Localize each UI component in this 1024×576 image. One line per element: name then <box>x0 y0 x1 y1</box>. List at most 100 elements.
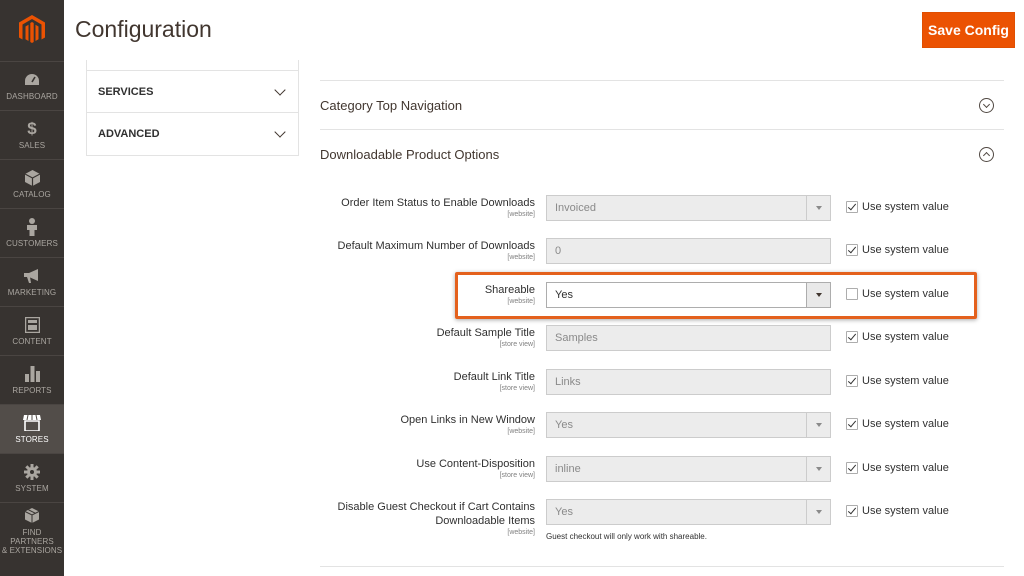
dropdown-arrow-icon <box>806 413 830 437</box>
nav-catalog[interactable]: CATALOG <box>0 159 64 208</box>
tab-services-label: SERVICES <box>98 85 154 98</box>
select-value: Yes <box>555 506 573 518</box>
checkbox-checked[interactable] <box>846 201 858 213</box>
page-title: Configuration <box>75 16 212 42</box>
cube-icon <box>24 169 40 187</box>
field-label: Use Content-Disposition [store view] <box>416 457 535 480</box>
field-label: Disable Guest Checkout if Cart Contains … <box>338 500 535 537</box>
use-system-value-toggle[interactable]: Use system value <box>846 505 949 517</box>
use-system-value-label: Use system value <box>862 505 949 517</box>
field-note: Guest checkout will only work with share… <box>546 532 707 541</box>
scope-label: [website] <box>507 529 535 536</box>
nav-reports[interactable]: REPORTS <box>0 355 64 404</box>
use-system-value-toggle[interactable]: Use system value <box>846 288 949 300</box>
config-row-sample-title: Default Sample Title [store view] Sample… <box>320 325 1004 365</box>
scope-label: [website] <box>507 298 535 305</box>
config-row-open-links: Open Links in New Window [website] Yes U… <box>320 412 1004 452</box>
expand-icon[interactable] <box>979 97 994 113</box>
scope-label: [website] <box>507 428 535 435</box>
field-label-text: Shareable <box>484 284 535 296</box>
input-value: Links <box>555 376 581 388</box>
use-system-value-label: Use system value <box>862 331 949 343</box>
bar-chart-icon <box>24 365 40 383</box>
config-tabs: SERVICES ADVANCED <box>86 60 299 156</box>
dropdown-arrow-icon <box>806 283 830 307</box>
nav-stores-label: STORES <box>15 435 49 444</box>
input-value: 0 <box>555 245 562 257</box>
use-system-value-label: Use system value <box>862 418 949 430</box>
nav-dashboard[interactable]: DASHBOARD <box>0 61 64 110</box>
nav-sales[interactable]: $ SALES <box>0 110 64 159</box>
field-label: Order Item Status to Enable Downloads [w… <box>341 196 535 219</box>
field-label: Default Maximum Number of Downloads [web… <box>338 239 535 262</box>
checkbox-unchecked[interactable] <box>846 288 858 300</box>
order-item-status-select[interactable]: Invoiced <box>546 195 831 221</box>
admin-sidebar: DASHBOARD $ SALES CATALOG CUSTOMERS MARK… <box>0 0 64 576</box>
checkbox-checked[interactable] <box>846 462 858 474</box>
nav-customers[interactable]: CUSTOMERS <box>0 208 64 257</box>
checkbox-checked[interactable] <box>846 331 858 343</box>
field-label-text: Disable Guest Checkout if Cart Contains <box>337 501 535 513</box>
checkbox-checked[interactable] <box>846 375 858 387</box>
use-system-value-toggle[interactable]: Use system value <box>846 201 949 213</box>
megaphone-icon <box>23 267 41 285</box>
config-row-disable-guest-checkout: Disable Guest Checkout if Cart Contains … <box>320 499 1004 549</box>
open-links-select[interactable]: Yes <box>546 412 831 438</box>
disable-guest-checkout-select[interactable]: Yes <box>546 499 831 525</box>
tab-services[interactable]: SERVICES <box>87 71 298 113</box>
content-disposition-select[interactable]: inline <box>546 456 831 482</box>
checkbox-checked[interactable] <box>846 505 858 517</box>
checkbox-checked[interactable] <box>846 418 858 430</box>
nav-find-partners[interactable]: FIND PARTNERS & EXTENSIONS <box>0 502 64 558</box>
max-downloads-input[interactable]: 0 <box>546 238 831 264</box>
field-label: Default Sample Title [store view] <box>437 326 535 349</box>
field-label-text: Default Link Title <box>453 371 535 383</box>
section-category-top-navigation[interactable]: Category Top Navigation <box>320 81 1004 130</box>
dropdown-arrow-icon <box>806 196 830 220</box>
tab-list-top <box>87 60 298 71</box>
shareable-select[interactable]: Yes <box>546 282 831 308</box>
field-label: Shareable [website] <box>485 283 535 306</box>
nav-system[interactable]: SYSTEM <box>0 453 64 502</box>
use-system-value-label: Use system value <box>862 375 949 387</box>
nav-customers-label: CUSTOMERS <box>6 239 58 248</box>
config-row-max-downloads: Default Maximum Number of Downloads [web… <box>320 238 1004 278</box>
collapse-icon[interactable] <box>979 147 994 162</box>
field-label-text-2: Downloadable Items <box>435 515 535 527</box>
magento-logo-icon[interactable] <box>0 0 64 60</box>
nav-catalog-label: CATALOG <box>13 190 51 199</box>
use-system-value-toggle[interactable]: Use system value <box>846 462 949 474</box>
use-system-value-toggle[interactable]: Use system value <box>846 244 949 256</box>
select-value: Yes <box>555 419 573 431</box>
nav-marketing[interactable]: MARKETING <box>0 257 64 306</box>
use-system-value-toggle[interactable]: Use system value <box>846 375 949 387</box>
page-header: Configuration Save Config <box>64 0 1024 60</box>
field-label-text: Open Links in New Window <box>400 414 535 426</box>
field-label: Open Links in New Window [website] <box>400 413 535 436</box>
field-label-text: Default Maximum Number of Downloads <box>337 240 535 252</box>
tab-advanced[interactable]: ADVANCED <box>87 113 298 155</box>
use-system-value-label: Use system value <box>862 288 949 300</box>
nav-find-partners-label: FIND PARTNERS <box>10 527 54 546</box>
section-downloadable-product-options[interactable]: Downloadable Product Options <box>320 130 1004 179</box>
nav-content[interactable]: CONTENT <box>0 306 64 355</box>
config-row-link-title: Default Link Title [store view] Links Us… <box>320 369 1004 409</box>
select-value: Invoiced <box>555 202 596 214</box>
chevron-down-icon <box>274 83 286 96</box>
field-label-text: Order Item Status to Enable Downloads <box>341 197 535 209</box>
link-title-input[interactable]: Links <box>546 369 831 395</box>
save-config-button[interactable]: Save Config <box>922 12 1015 48</box>
divider <box>320 566 1004 567</box>
use-system-value-label: Use system value <box>862 244 949 256</box>
sample-title-input[interactable]: Samples <box>546 325 831 351</box>
nav-stores[interactable]: STORES <box>0 404 64 453</box>
select-value: Yes <box>555 289 573 301</box>
field-label-text: Use Content-Disposition <box>416 458 535 470</box>
use-system-value-toggle[interactable]: Use system value <box>846 331 949 343</box>
chevron-down-icon <box>274 126 286 138</box>
checkbox-checked[interactable] <box>846 244 858 256</box>
field-label: Default Link Title [store view] <box>454 370 535 393</box>
dashboard-icon <box>24 71 40 89</box>
use-system-value-toggle[interactable]: Use system value <box>846 418 949 430</box>
boxes-icon <box>24 507 40 525</box>
